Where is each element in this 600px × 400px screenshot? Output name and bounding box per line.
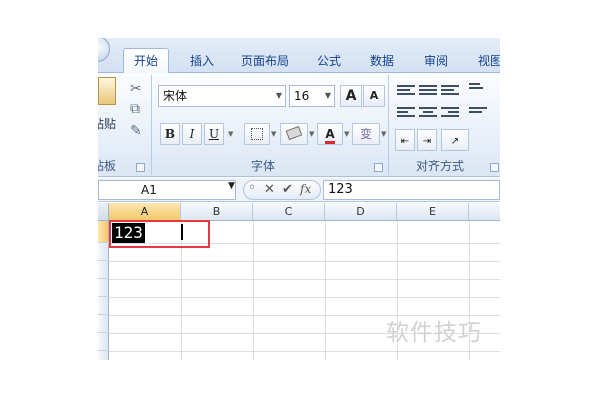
column-header-d[interactable]: D [325, 203, 397, 221]
row-header-2[interactable] [98, 243, 109, 261]
excel-window: 开始 插入 页面布局 公式 数据 审阅 视图 贴贴 ✂ ⧉ ✎ 贴板 宋体 ▼ … [98, 38, 500, 360]
text-angle-icon: ↗ [450, 136, 460, 147]
bold-button[interactable]: B [160, 123, 180, 145]
column-header-e[interactable]: E [397, 203, 469, 221]
orientation-button[interactable]: ↗ [441, 129, 469, 151]
row-header-6[interactable] [98, 315, 109, 333]
underline-button[interactable]: U [204, 123, 224, 145]
row-header-3[interactable] [98, 261, 109, 279]
insert-function-icon[interactable]: fx [300, 182, 311, 196]
column-header-c[interactable]: C [253, 203, 325, 221]
font-size-value: 16 [294, 89, 310, 103]
chevron-down-icon[interactable]: ▼ [344, 130, 349, 138]
collapse-icon[interactable]: ◦ [248, 180, 256, 196]
row-header-1[interactable] [98, 221, 109, 243]
clipboard-launcher-icon[interactable] [136, 163, 145, 172]
font-name-value: 宋体 [163, 89, 188, 103]
column-header-f[interactable] [469, 203, 500, 221]
row-header-5[interactable] [98, 297, 109, 315]
phonetic-button[interactable]: 变 [352, 123, 380, 145]
grid-line [109, 351, 500, 352]
chevron-down-icon[interactable]: ▼ [271, 130, 276, 138]
tab-home[interactable]: 开始 [123, 48, 169, 74]
align-center-icon[interactable] [419, 105, 437, 121]
paste-button-label[interactable]: 贴贴 [98, 115, 116, 132]
border-icon [251, 128, 263, 140]
highlight-box [109, 220, 210, 248]
ribbon-tab-bar: 开始 插入 页面布局 公式 数据 审阅 视图 [98, 38, 500, 74]
chevron-down-icon[interactable]: ▼ [228, 130, 233, 138]
grid-line [253, 221, 254, 360]
font-size-select[interactable]: 16 ▼ [289, 85, 335, 107]
chevron-down-icon: ▼ [275, 91, 282, 100]
column-header-b[interactable]: B [181, 203, 253, 221]
formula-bar: A1 ▼ ◦ ✕ ✔ fx 123 [98, 178, 500, 202]
font-name-select[interactable]: 宋体 ▼ [158, 85, 286, 107]
increase-indent-icon: ⇥ [422, 136, 432, 147]
tab-formulas[interactable]: 公式 [310, 50, 348, 73]
column-header-a[interactable]: A [109, 203, 181, 221]
copy-icon[interactable]: ⧉ [130, 101, 140, 117]
italic-button[interactable]: I [182, 123, 202, 145]
increase-indent-button[interactable]: ⇥ [417, 129, 437, 151]
format-painter-icon[interactable]: ✎ [130, 123, 142, 139]
decrease-indent-icon: ⇤ [400, 136, 410, 147]
formula-input[interactable]: 123 [323, 180, 500, 200]
border-button[interactable] [244, 123, 270, 145]
alignment-group-label: 对齐方式 [416, 159, 465, 173]
select-all-corner[interactable] [98, 203, 109, 221]
paste-icon[interactable] [98, 77, 116, 105]
cut-icon[interactable]: ✂ [130, 81, 142, 97]
tab-review[interactable]: 审阅 [416, 50, 456, 73]
align-right-icon[interactable] [441, 105, 459, 121]
grow-font-button[interactable]: A [340, 85, 362, 107]
chevron-down-icon[interactable]: ▼ [309, 130, 314, 138]
alignment-launcher-icon[interactable] [490, 163, 499, 172]
chevron-down-icon: ▼ [324, 91, 331, 100]
cancel-icon[interactable]: ✕ [264, 182, 275, 197]
watermark-text: 软件技巧 [386, 320, 482, 346]
row-header-7[interactable] [98, 333, 109, 351]
align-top-icon[interactable] [397, 83, 415, 99]
fill-color-button[interactable] [280, 123, 308, 145]
clipboard-group-label: 贴板 [98, 159, 117, 173]
group-separator [151, 75, 152, 175]
chevron-down-icon[interactable]: ▼ [228, 181, 235, 191]
name-box[interactable]: A1 [98, 180, 236, 200]
orientation-icon[interactable] [469, 81, 487, 97]
align-left-icon[interactable] [397, 105, 415, 121]
shrink-font-button[interactable]: A [363, 85, 385, 107]
paint-bucket-icon [285, 125, 303, 141]
font-launcher-icon[interactable] [374, 163, 383, 172]
tab-insert[interactable]: 插入 [182, 50, 222, 73]
align-middle-icon[interactable] [419, 83, 437, 99]
tab-page-layout[interactable]: 页面布局 [236, 50, 294, 73]
formula-buttons: ◦ ✕ ✔ fx [243, 180, 321, 200]
wrap-text-icon[interactable] [469, 105, 487, 121]
grid-line [109, 261, 500, 262]
ribbon: 贴贴 ✂ ⧉ ✎ 贴板 宋体 ▼ 16 ▼ A A B I U ▼ ▼ ▼ A … [98, 73, 500, 177]
decrease-indent-button[interactable]: ⇤ [395, 129, 415, 151]
tab-data[interactable]: 数据 [362, 50, 402, 73]
grid-line [325, 221, 326, 360]
confirm-icon[interactable]: ✔ [282, 182, 293, 197]
office-button[interactable] [98, 38, 110, 62]
grid-line [109, 297, 500, 298]
grid-line [109, 279, 500, 280]
font-color-button[interactable]: A [317, 123, 343, 145]
chevron-down-icon[interactable]: ▼ [381, 130, 386, 138]
row-header-8[interactable] [98, 351, 109, 360]
font-group-label: 字体 [251, 159, 276, 173]
row-header-4[interactable] [98, 279, 109, 297]
align-bottom-icon[interactable] [441, 83, 459, 99]
group-separator [388, 75, 389, 175]
tab-view[interactable]: 视图 [470, 50, 500, 73]
font-color-icon: A [325, 127, 335, 144]
